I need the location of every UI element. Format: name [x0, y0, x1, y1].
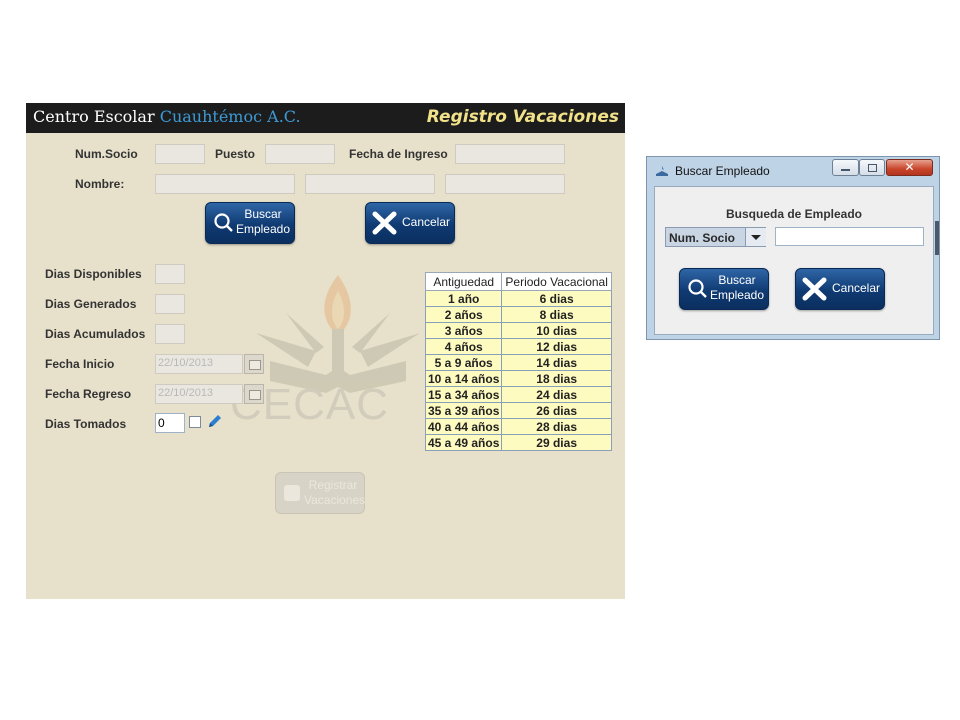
- search-icon: [688, 279, 707, 298]
- periodo-cell: 14 dias: [501, 354, 612, 371]
- school-name-part2: Cuauhtémoc A.C.: [159, 107, 301, 126]
- minimize-icon[interactable]: [832, 159, 859, 176]
- table-row: 3 años 10 dias: [424, 322, 612, 339]
- maximize-icon[interactable]: [859, 159, 885, 176]
- dialog-cancelar-label: Cancelar: [831, 281, 881, 295]
- dias-disponibles-field[interactable]: [155, 264, 185, 284]
- registrar-vacaciones-button[interactable]: Registrar Vacaciones: [275, 472, 365, 514]
- table-row: 15 a 34 años 24 dias: [424, 386, 612, 403]
- table-row: 35 a 39 años 26 dias: [424, 402, 612, 419]
- cancelar-label: Cancelar: [401, 215, 451, 229]
- dialog-buscar-label-line1: Buscar: [718, 273, 756, 287]
- table-row: 40 a 44 años 28 dias: [424, 418, 612, 435]
- periodo-cell: 8 dias: [501, 306, 612, 323]
- antiguedad-cell: 40 a 44 años: [424, 418, 503, 435]
- antiguedad-cell: 3 años: [424, 322, 503, 339]
- cancel-x-icon: [372, 211, 397, 235]
- table-row: 4 años 12 dias: [424, 338, 612, 355]
- vacation-period-table: Antiguedad Periodo Vacacional 1 año 6 dia…: [424, 272, 612, 451]
- table-header: Antiguedad: [424, 272, 503, 291]
- fecha-regreso-label: Fecha Regreso: [45, 387, 132, 401]
- dias-disponibles-label: Dias Disponibles: [45, 267, 142, 281]
- form-title: Registro Vacaciones: [426, 107, 619, 127]
- dialog-titlebar[interactable]: Buscar Empleado ✕: [647, 157, 939, 185]
- dialog-buscar-empleado-button[interactable]: Buscar Empleado: [679, 268, 769, 310]
- table-header: Periodo Vacacional: [501, 272, 612, 291]
- nombre-label: Nombre:: [75, 177, 125, 191]
- antiguedad-cell: 4 años: [424, 338, 503, 355]
- dias-tomados-checkbox[interactable]: [189, 416, 201, 428]
- registrar-label-line1: Registrar: [308, 478, 358, 492]
- dialog-title: Buscar Empleado: [675, 164, 770, 178]
- cancelar-button[interactable]: Cancelar: [365, 202, 455, 244]
- table-row: 1 año 6 dias: [424, 290, 612, 307]
- num-socio-field[interactable]: [155, 144, 205, 164]
- periodo-cell: 12 dias: [501, 338, 612, 355]
- buscar-empleado-button[interactable]: Buscar Empleado: [205, 202, 295, 244]
- dias-tomados-label: Dias Tomados: [45, 417, 127, 431]
- cancel-x-icon: [802, 277, 827, 301]
- registrar-label-line2: Vacaciones: [304, 493, 366, 507]
- buscar-empleado-dialog: Buscar Empleado ✕ Busqueda de Empleado N…: [646, 156, 940, 340]
- registro-vacaciones-form: Centro Escolar Cuauhtémoc A.C. Registro …: [26, 103, 625, 599]
- fecha-inicio-field[interactable]: 22/10/2013: [155, 354, 243, 374]
- apellido-materno-field[interactable]: [445, 174, 565, 194]
- puesto-label: Puesto: [215, 147, 256, 161]
- app-icon: [656, 166, 668, 176]
- dias-acumulados-label: Dias Acumulados: [45, 327, 146, 341]
- fecha-ingreso-field[interactable]: [455, 144, 565, 164]
- calendar-icon: [284, 485, 300, 501]
- fecha-ingreso-label: Fecha de Ingreso: [349, 147, 448, 161]
- buscar-label-line2: Empleado: [235, 222, 291, 236]
- dialog-cancelar-button[interactable]: Cancelar: [795, 268, 885, 310]
- fecha-inicio-label: Fecha Inicio: [45, 357, 115, 371]
- fecha-inicio-calendar-icon[interactable]: [244, 354, 264, 374]
- antiguedad-cell: 45 a 49 años: [424, 434, 503, 451]
- antiguedad-cell: 15 a 34 años: [424, 386, 503, 403]
- periodo-cell: 6 dias: [501, 290, 612, 307]
- form-header: Centro Escolar Cuauhtémoc A.C. Registro …: [26, 103, 625, 133]
- antiguedad-cell: 2 años: [424, 306, 503, 323]
- dias-generados-field[interactable]: [155, 294, 185, 314]
- dias-acumulados-field[interactable]: [155, 324, 185, 344]
- periodo-cell: 29 dias: [501, 434, 612, 451]
- busqueda-heading: Busqueda de Empleado: [725, 207, 863, 221]
- periodo-cell: 10 dias: [501, 322, 612, 339]
- dias-tomados-field[interactable]: 0: [155, 413, 185, 433]
- search-value-input[interactable]: [775, 227, 924, 246]
- close-icon[interactable]: ✕: [886, 159, 933, 176]
- fecha-regreso-calendar-icon[interactable]: [244, 384, 264, 404]
- dialog-scrollbar[interactable]: [935, 221, 939, 255]
- table-row: 10 a 14 años 18 dias: [424, 370, 612, 387]
- dropdown-arrow-icon[interactable]: [745, 228, 766, 246]
- school-name: Centro Escolar Cuauhtémoc A.C.: [33, 107, 301, 126]
- antiguedad-cell: 10 a 14 años: [424, 370, 503, 387]
- periodo-cell: 26 dias: [501, 402, 612, 419]
- periodo-cell: 24 dias: [501, 386, 612, 403]
- dialog-buscar-label-line2: Empleado: [709, 288, 765, 302]
- buscar-label-line1: Buscar: [244, 207, 282, 221]
- school-name-part1: Centro Escolar: [33, 107, 155, 126]
- edit-pencil-icon[interactable]: [206, 412, 224, 430]
- search-type-selected: Num. Socio: [669, 231, 736, 245]
- antiguedad-cell: 1 año: [424, 290, 503, 307]
- search-type-dropdown[interactable]: Num. Socio: [665, 227, 766, 247]
- nombre-field[interactable]: [155, 174, 295, 194]
- periodo-cell: 18 dias: [501, 370, 612, 387]
- search-icon: [214, 213, 233, 232]
- antiguedad-cell: 5 a 9 años: [424, 354, 503, 371]
- puesto-field[interactable]: [265, 144, 335, 164]
- apellido-paterno-field[interactable]: [305, 174, 435, 194]
- table-row: 45 a 49 años 29 dias: [424, 434, 612, 451]
- antiguedad-cell: 35 a 39 años: [424, 402, 503, 419]
- num-socio-label: Num.Socio: [75, 147, 138, 161]
- table-row: 2 años 8 dias: [424, 306, 612, 323]
- fecha-regreso-field[interactable]: 22/10/2013: [155, 384, 243, 404]
- dialog-content: Busqueda de Empleado Num. Socio Buscar E…: [654, 186, 934, 335]
- periodo-cell: 28 dias: [501, 418, 612, 435]
- table-row: 5 a 9 años 14 dias: [424, 354, 612, 371]
- dias-generados-label: Dias Generados: [45, 297, 137, 311]
